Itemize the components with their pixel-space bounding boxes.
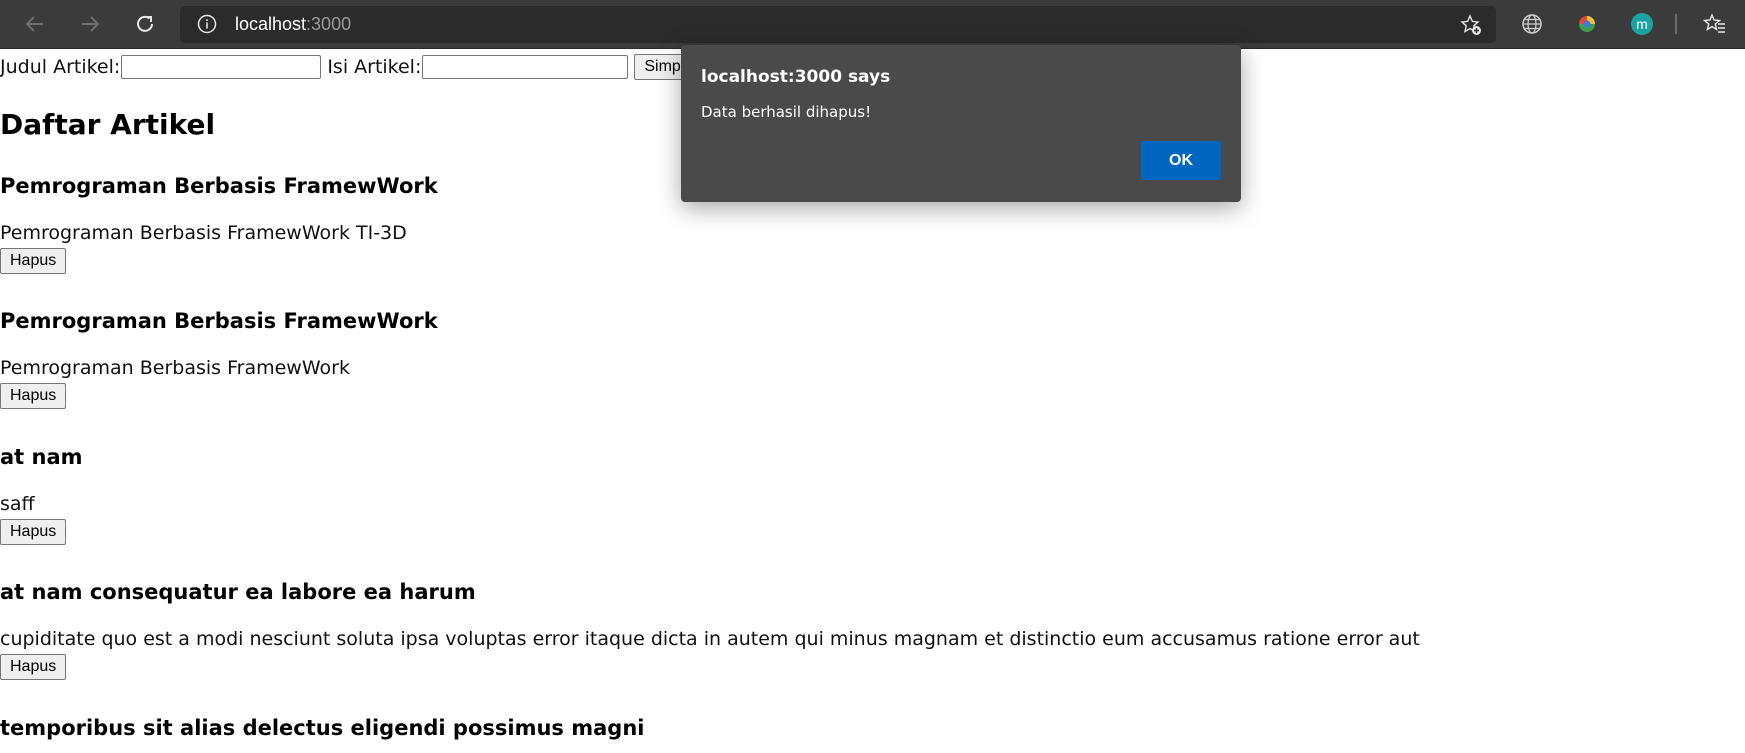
url-host: localhost bbox=[235, 14, 307, 34]
article-body: cupiditate quo est a modi nesciunt solut… bbox=[0, 628, 1420, 650]
content-label: Isi Artikel: bbox=[327, 56, 422, 78]
toolbar-divider bbox=[1675, 14, 1677, 34]
article-title: at nam consequatur ea labore ea harum bbox=[0, 580, 476, 604]
article-body: saff bbox=[0, 493, 35, 515]
content-input[interactable] bbox=[422, 55, 629, 79]
url-port: :3000 bbox=[306, 14, 352, 34]
dialog-title: localhost:3000 says bbox=[701, 67, 891, 87]
article-title: at nam bbox=[0, 445, 83, 469]
reload-icon[interactable] bbox=[130, 9, 160, 39]
delete-button[interactable]: Hapus bbox=[0, 383, 67, 409]
article-item: at nam saff Hapus bbox=[0, 445, 1500, 545]
page-title: Daftar Artikel bbox=[0, 108, 216, 141]
url-text: localhost:3000 bbox=[235, 14, 351, 35]
back-arrow-icon[interactable] bbox=[20, 9, 50, 39]
article-title: Pemrograman Berbasis FramewWork bbox=[0, 309, 438, 333]
globe-icon[interactable] bbox=[1519, 11, 1545, 37]
article-title: temporibus sit alias delectus eligendi p… bbox=[0, 716, 645, 740]
browser-toolbar: localhost:3000 m bbox=[0, 0, 1745, 49]
article-item: Pemrograman Berbasis FramewWork Pemrogra… bbox=[0, 309, 1500, 409]
article-item: temporibus sit alias delectus eligendi p… bbox=[0, 716, 1500, 740]
profile-icon[interactable]: m bbox=[1629, 11, 1655, 37]
title-input[interactable] bbox=[121, 55, 322, 79]
delete-button[interactable]: Hapus bbox=[0, 654, 67, 680]
info-icon[interactable] bbox=[197, 14, 217, 38]
delete-button[interactable]: Hapus bbox=[0, 248, 67, 274]
article-body: Pemrograman Berbasis FramewWork bbox=[0, 357, 350, 379]
alert-dialog: localhost:3000 says Data berhasil dihapu… bbox=[681, 45, 1241, 202]
add-favorite-icon[interactable] bbox=[1460, 14, 1482, 40]
ok-button[interactable]: OK bbox=[1141, 141, 1221, 180]
profile-avatar: m bbox=[1631, 13, 1653, 35]
article-form: Judul Artikel: Isi Artikel: Simpan bbox=[0, 52, 709, 82]
favorites-icon[interactable] bbox=[1702, 11, 1728, 37]
dialog-message: Data berhasil dihapus! bbox=[701, 103, 872, 121]
address-bar[interactable]: localhost:3000 bbox=[180, 6, 1496, 43]
title-label: Judul Artikel: bbox=[0, 56, 121, 78]
article-body: Pemrograman Berbasis FramewWork TI-3D bbox=[0, 222, 407, 244]
delete-button[interactable]: Hapus bbox=[0, 519, 67, 545]
extension-icon[interactable] bbox=[1574, 11, 1600, 37]
article-item: at nam consequatur ea labore ea harum cu… bbox=[0, 580, 1500, 680]
forward-arrow-icon[interactable] bbox=[75, 9, 105, 39]
